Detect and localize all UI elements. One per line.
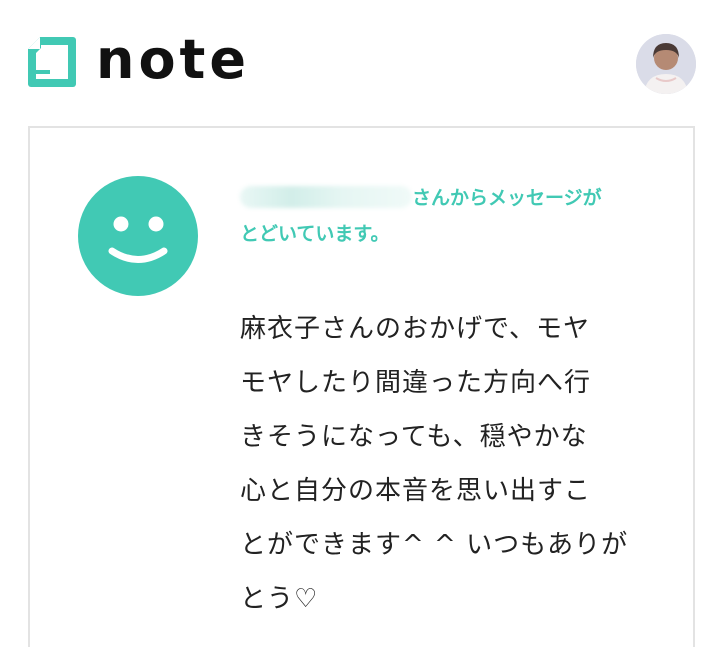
message-line: モヤしたり間違った方向へ行 bbox=[240, 368, 592, 398]
message-line: 心と自分の本音を思い出すこ bbox=[240, 476, 592, 506]
avatar-photo bbox=[636, 34, 696, 94]
header: note bbox=[0, 0, 716, 118]
user-avatar[interactable] bbox=[636, 34, 696, 94]
smiley-icon bbox=[78, 176, 198, 296]
note-logo[interactable]: note bbox=[26, 28, 250, 91]
sender-name-redacted bbox=[240, 186, 412, 208]
message-line: とう♡ bbox=[240, 584, 319, 614]
message-line: 麻衣子さんのおかげで、モヤ bbox=[240, 314, 590, 344]
message-body: 麻衣子さんのおかげで、モヤ モヤしたり間違った方向へ行 きそうになっても、穏やか… bbox=[240, 302, 660, 626]
notification-text: さんからメッセージが とどいています。 bbox=[240, 180, 640, 252]
page: note さんからメッセージが とどいています。 麻衣子さんのおかげで、モヤ モ bbox=[0, 0, 716, 647]
notification-line2: とどいています。 bbox=[240, 223, 390, 245]
message-line: きそうになっても、穏やかな bbox=[240, 422, 588, 452]
logo-text: note bbox=[96, 28, 250, 91]
note-logo-icon bbox=[28, 37, 76, 87]
message-line: とができます^ ^ いつもありが bbox=[240, 530, 629, 560]
message-card: さんからメッセージが とどいています。 麻衣子さんのおかげで、モヤ モヤしたり間… bbox=[28, 126, 695, 647]
notification-sender-suffix: さんからメッセージが bbox=[412, 187, 602, 209]
